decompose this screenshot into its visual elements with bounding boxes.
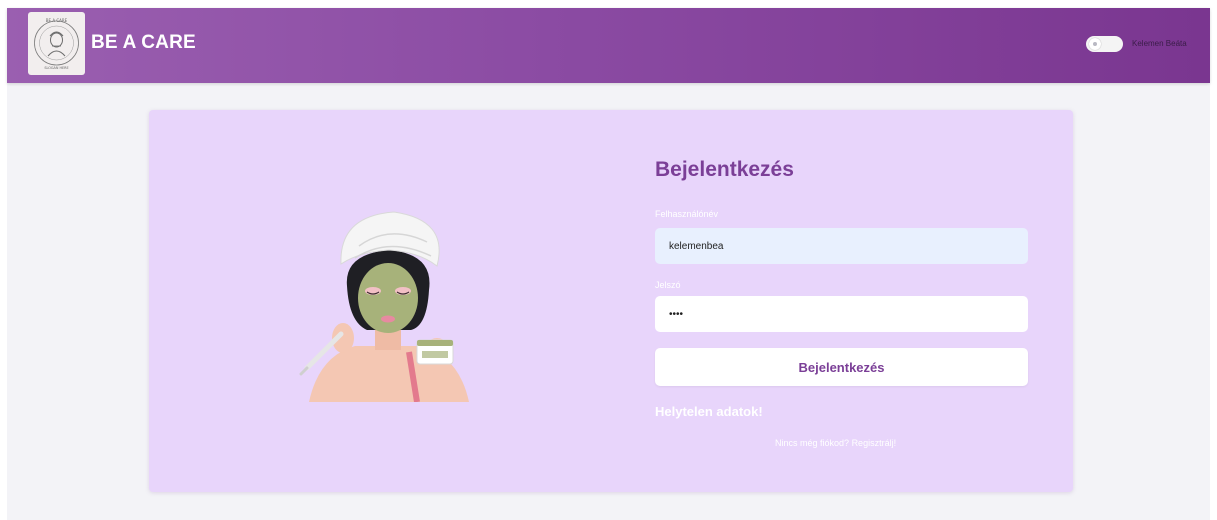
login-card: Bejelentkezés Felhasználónév Jelszó Beje… [149,110,1073,492]
logo-emblem-icon: BE A CARE SLOGAN HERE [34,18,79,70]
theme-toggle[interactable] [1086,36,1123,52]
brand-logo[interactable]: BE A CARE SLOGAN HERE [28,12,85,75]
login-submit-button[interactable]: Bejelentkezés [655,348,1028,386]
username-input[interactable] [655,228,1028,264]
logged-in-user-name: Kelemen Beáta [1132,39,1187,48]
login-title: Bejelentkezés [655,158,794,181]
brand-name: BE A CARE [91,32,196,53]
header-bar: BE A CARE SLOGAN HERE BE A CARE Kelemen … [7,8,1210,83]
svg-text:BE A CARE: BE A CARE [46,18,68,23]
toggle-knob-icon [1089,38,1101,50]
svg-text:SLOGAN HERE: SLOGAN HERE [44,66,68,70]
register-prompt-text: Nincs még fiókod? [775,438,850,448]
username-label: Felhasználónév [655,209,719,219]
woman-face-mask-illustration [299,211,469,402]
password-label: Jelszó [655,280,681,290]
register-link[interactable]: Regisztrálj! [852,438,897,448]
error-message: Helytelen adatok! [655,404,763,419]
password-input[interactable] [655,296,1028,332]
app-frame: BE A CARE SLOGAN HERE BE A CARE Kelemen … [7,8,1210,520]
register-prompt: Nincs még fiókod? Regisztrálj! [775,438,896,448]
